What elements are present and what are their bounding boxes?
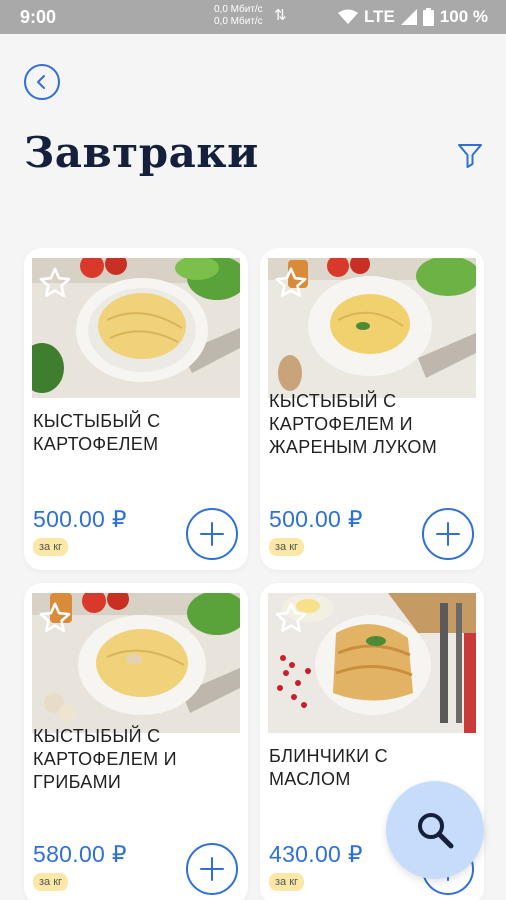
product-name: КЫСТЫБЫЙ С КАРТОФЕЛЕМ: [33, 411, 161, 454]
back-arrow-icon: [37, 75, 45, 89]
filter-icon: [458, 144, 482, 168]
plus-icon: [436, 522, 460, 546]
battery-icon: [422, 8, 434, 26]
favorite-star-icon[interactable]: [38, 266, 72, 300]
add-to-cart-button[interactable]: [422, 508, 474, 560]
product-card[interactable]: КЫСТЫБЫЙ С КАРТОФЕЛЕМ И ЖАРЕНЫМ ЛУКОМ 50…: [260, 248, 484, 570]
network-type: LTE: [363, 7, 395, 26]
network-speed: 0,0 Мбит/с 0,0 Мбит/с: [214, 4, 263, 28]
plus-icon: [200, 522, 224, 546]
status-indicators: LTE 100 %: [337, 7, 488, 27]
product-name: БЛИНЧИКИ С МАСЛОМ: [269, 746, 388, 789]
add-to-cart-button[interactable]: [186, 843, 238, 895]
filter-button[interactable]: [454, 138, 486, 172]
unit-badge: за кг: [33, 873, 69, 891]
page-title: Завтраки: [24, 128, 259, 177]
favorite-star-icon[interactable]: [274, 601, 308, 635]
network-speed-up: 0,0 Мбит/с: [214, 4, 263, 15]
product-name: КЫСТЫБЫЙ С КАРТОФЕЛЕМ И ГРИБАМИ: [33, 726, 177, 792]
plus-icon: [200, 857, 224, 881]
favorite-star-icon[interactable]: [38, 601, 72, 635]
back-button[interactable]: [24, 64, 60, 100]
status-bar: 9:00 0,0 Мбит/с 0,0 Мбит/с ⇅ LTE 100 %: [0, 0, 506, 34]
search-icon: [418, 813, 454, 849]
signal-icon: [400, 9, 417, 25]
product-price: 500.00 ₽: [33, 506, 127, 532]
network-speed-down: 0,0 Мбит/с: [214, 16, 263, 27]
wifi-icon: [337, 9, 358, 24]
favorite-star-icon[interactable]: [274, 266, 308, 300]
product-card[interactable]: КЫСТЫБЫЙ С КАРТОФЕЛЕМ И ГРИБАМИ 580.00 ₽…: [24, 583, 248, 900]
search-button[interactable]: [386, 781, 484, 879]
product-price: 580.00 ₽: [33, 841, 127, 867]
product-price: 430.00 ₽: [269, 841, 363, 867]
product-name: КЫСТЫБЫЙ С КАРТОФЕЛЕМ И ЖАРЕНЫМ ЛУКОМ: [269, 391, 437, 457]
unit-badge: за кг: [269, 873, 305, 891]
product-price: 500.00 ₽: [269, 506, 363, 532]
data-transfer-icon: ⇅: [274, 7, 287, 24]
status-time: 9:00: [20, 7, 57, 27]
product-card[interactable]: КЫСТЫБЫЙ С КАРТОФЕЛЕМ 500.00 ₽ за кг: [24, 248, 248, 570]
unit-badge: за кг: [33, 538, 69, 556]
battery-level: 100 %: [439, 7, 488, 26]
add-to-cart-button[interactable]: [186, 508, 238, 560]
unit-badge: за кг: [269, 538, 305, 556]
